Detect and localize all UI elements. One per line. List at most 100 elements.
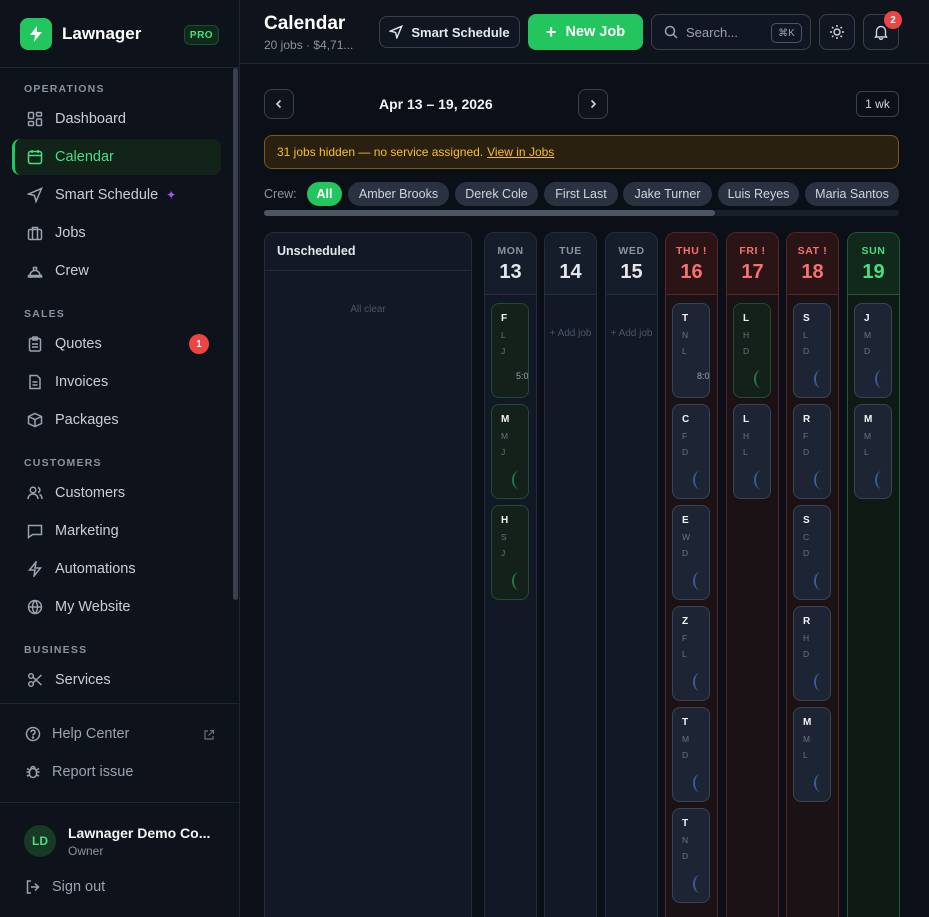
sidebar-scrollbar[interactable] <box>233 68 238 600</box>
crew-avatar-icon <box>814 774 828 792</box>
navigation-icon <box>389 25 404 39</box>
job-card[interactable]: CFD <box>672 404 710 499</box>
add-job-button[interactable]: + Add job <box>606 327 657 341</box>
job-card-detail: D <box>864 346 871 356</box>
sidebar-item-customers[interactable]: Customers <box>12 475 221 511</box>
sidebar-item-calendar[interactable]: Calendar <box>12 139 221 175</box>
sidebar-item-packages[interactable]: Packages <box>12 402 221 438</box>
view-in-jobs-link[interactable]: View in Jobs <box>487 145 554 159</box>
day-name: FRI ! <box>739 245 766 257</box>
crew-chip-first-last[interactable]: First Last <box>544 182 618 206</box>
crew-avatar-icon <box>754 370 768 388</box>
sidebar-item-smart-schedule[interactable]: Smart Schedule ✦ <box>12 177 221 213</box>
add-job-button[interactable]: + Add job <box>545 327 596 341</box>
sidebar-item-jobs[interactable]: Jobs <box>12 215 221 251</box>
search-input[interactable]: Search... ⌘K <box>651 14 811 50</box>
sidebar-item-my-website[interactable]: My Website <box>12 589 221 625</box>
smart-schedule-button[interactable]: Smart Schedule <box>379 16 520 48</box>
sidebar-item-invoices[interactable]: Invoices <box>12 364 221 400</box>
crew-chip-maria-santos[interactable]: Maria Santos <box>805 182 899 206</box>
job-card-title: F <box>501 313 508 324</box>
job-card-detail: D <box>803 548 810 558</box>
avatar[interactable]: LD <box>24 825 56 857</box>
theme-toggle-button[interactable] <box>819 14 855 50</box>
crew-chip-derek-cole[interactable]: Derek Cole <box>455 182 538 206</box>
day-column-wed[interactable]: WED 15 + Add job <box>605 232 658 917</box>
zap-icon <box>26 560 44 578</box>
job-card-title: L <box>743 313 750 324</box>
job-card[interactable]: JMD <box>854 303 892 398</box>
job-card[interactable]: MML <box>854 404 892 499</box>
day-column-tue[interactable]: TUE 14 + Add job <box>544 232 597 917</box>
crew-chip-all[interactable]: All <box>307 182 342 206</box>
crew-avatar-icon <box>693 471 707 489</box>
brand[interactable]: Lawnager <box>20 18 141 50</box>
job-card-title: T <box>682 818 689 829</box>
crew-scroll-thumb[interactable] <box>264 210 715 216</box>
job-card[interactable]: FLJ 5:00 <box>491 303 529 398</box>
user-name: Lawnager Demo Co... <box>68 825 211 841</box>
job-card-title: Z <box>682 616 689 627</box>
unscheduled-column: Unscheduled All clear <box>264 232 472 917</box>
smart-schedule-label: Smart Schedule <box>411 24 510 40</box>
sign-out-link[interactable]: Sign out <box>24 878 105 896</box>
notifications-button[interactable]: 2 <box>863 11 902 50</box>
crew-avatar-icon <box>693 875 707 893</box>
job-card[interactable]: TMD <box>672 707 710 802</box>
sidebar-item-automations[interactable]: Automations <box>12 551 221 587</box>
day-column-fri[interactable]: FRI ! 17 L H D L H L <box>726 232 779 917</box>
view-range-selector[interactable]: 1 wk <box>856 91 899 117</box>
job-card[interactable]: RFD <box>793 404 831 499</box>
job-card[interactable]: MML <box>793 707 831 802</box>
new-job-label: New Job <box>565 24 626 40</box>
crew-chip-jake-turner[interactable]: Jake Turner <box>623 182 712 206</box>
sidebar-item-crew[interactable]: Crew <box>12 253 221 289</box>
sidebar-item-dashboard[interactable]: Dashboard <box>12 101 221 137</box>
crew-chip-amber-brooks[interactable]: Amber Brooks <box>348 182 449 206</box>
day-header: TUE 14 <box>545 233 596 295</box>
job-card[interactable]: TNL 8:00 <box>672 303 710 398</box>
job-card[interactable]: TND <box>672 808 710 903</box>
job-card-detail: W <box>682 532 691 542</box>
day-number: 13 <box>499 261 522 283</box>
day-column-thu[interactable]: THU !16TNL8:00CFDEWDZFLTMDTND <box>665 232 718 917</box>
help-center-link[interactable]: Help Center <box>24 725 129 743</box>
crew-avatar-icon <box>814 572 828 590</box>
job-card[interactable]: SLD <box>793 303 831 398</box>
next-week-button[interactable] <box>578 89 608 119</box>
help-circle-icon <box>24 725 42 743</box>
users-icon <box>26 484 44 502</box>
day-column-sun[interactable]: SUN 19 J M D M M L <box>847 232 900 917</box>
job-card[interactable]: EWD <box>672 505 710 600</box>
search-icon <box>664 25 678 39</box>
day-number: 15 <box>620 261 643 283</box>
day-name: THU ! <box>676 245 707 257</box>
sidebar-item-services[interactable]: Services <box>12 662 221 698</box>
report-issue-link[interactable]: Report issue <box>24 763 133 781</box>
job-card-detail: L <box>864 447 869 457</box>
job-card[interactable]: ZFL <box>672 606 710 701</box>
job-card-detail: L <box>803 330 808 340</box>
job-card[interactable]: LHD <box>733 303 771 398</box>
day-name: TUE <box>559 245 582 257</box>
job-card-detail: M <box>864 431 872 441</box>
day-column-mon[interactable]: MON13 FLJ5:00 MMJ HSJ <box>484 232 537 917</box>
crew-avatar-icon <box>512 471 526 489</box>
section-customers: CUSTOMERS <box>24 457 102 469</box>
job-card[interactable]: LHL <box>733 404 771 499</box>
day-header: MON 13 <box>485 233 536 295</box>
job-card-title: C <box>682 414 690 425</box>
crew-chip-luis-reyes[interactable]: Luis Reyes <box>718 182 799 206</box>
hidden-jobs-banner: 31 jobs hidden — no service assigned. Vi… <box>264 135 899 169</box>
job-card-detail: F <box>803 431 809 441</box>
sidebar-item-quotes[interactable]: Quotes 1 <box>12 326 221 362</box>
day-column-sat[interactable]: SAT ! 18 S L D R F D S C D R H D M M L <box>786 232 839 917</box>
sidebar-item-label: Dashboard <box>55 111 126 127</box>
job-card[interactable]: HSJ <box>491 505 529 600</box>
new-job-button[interactable]: + New Job <box>528 14 643 50</box>
sidebar-item-marketing[interactable]: Marketing <box>12 513 221 549</box>
job-card[interactable]: MMJ <box>491 404 529 499</box>
prev-week-button[interactable] <box>264 89 294 119</box>
job-card[interactable]: RHD <box>793 606 831 701</box>
job-card[interactable]: SCD <box>793 505 831 600</box>
